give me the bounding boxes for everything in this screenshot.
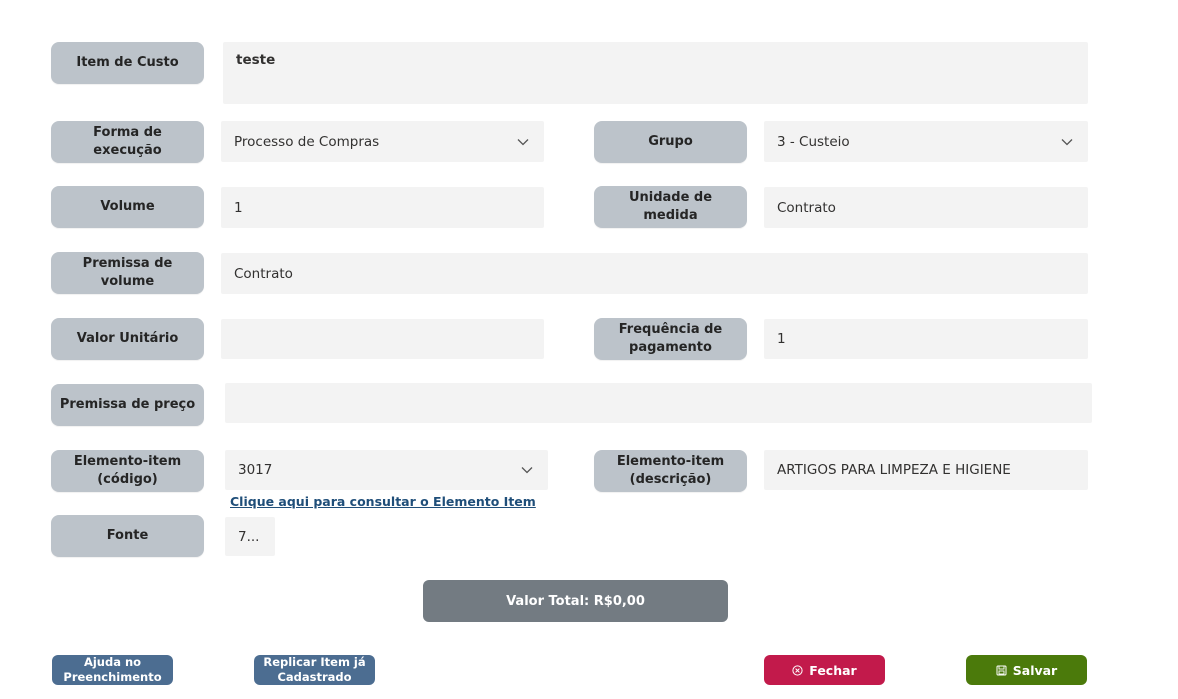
elemento-item-descricao-label: Elemento-item (descrição) [594,450,747,492]
salvar-label: Salvar [1012,662,1058,678]
ajuda-preenchimento-button[interactable]: Ajuda no Preenchimento [52,655,173,685]
item-custo-label: Item de Custo [51,42,204,84]
volume-value: 1 [234,199,243,216]
fechar-button[interactable]: Fechar [764,655,885,685]
item-custo-label-text: Item de Custo [76,55,179,70]
elemento-item-codigo-value: 3017 [238,462,273,478]
fonte-input[interactable]: 7... [225,517,275,556]
valor-total-display: Valor Total: R$0,00 [423,580,728,622]
frequencia-pagamento-input[interactable]: 1 [764,319,1088,359]
forma-execucao-dropdown[interactable]: Processo de Compras [221,121,544,162]
frequencia-pagamento-value: 1 [777,331,786,347]
forma-execucao-value: Processo de Compras [234,133,380,150]
frequencia-pagamento-label-text: Frequência de pagamento [618,322,723,355]
replicar-item-label: Replicar Item já Cadastrado [263,655,366,684]
volume-label-text: Volume [100,199,155,214]
elemento-item-descricao-value: ARTIGOS PARA LIMPEZA E HIGIENE [777,462,1011,478]
grupo-label-text: Grupo [648,134,693,149]
unidade-medida-value: Contrato [777,199,836,216]
frequencia-pagamento-label: Frequência de pagamento [594,318,747,360]
valor-unitario-label-text: Valor Unitário [76,331,179,346]
premissa-preco-label-text: Premissa de preço [59,397,196,412]
elemento-item-descricao-label-text: Elemento-item (descrição) [616,454,725,487]
premissa-preco-label: Premissa de preço [51,384,204,426]
salvar-button[interactable]: Salvar [966,655,1087,685]
chevron-down-icon [517,138,529,145]
fonte-label-text: Fonte [106,528,149,543]
close-circle-icon [792,664,803,676]
elemento-item-codigo-label-text: Elemento-item (código) [73,454,182,487]
valor-unitario-label: Valor Unitário [51,318,204,360]
chevron-down-icon [521,467,533,474]
grupo-dropdown[interactable]: 3 - Custeio [764,121,1088,162]
unidade-medida-label-text: Unidade de medida [628,190,713,223]
ajuda-preenchimento-label: Ajuda no Preenchimento [63,655,162,684]
volume-label: Volume [51,186,204,228]
valor-unitario-input[interactable] [221,319,544,359]
unidade-medida-label: Unidade de medida [594,186,747,228]
item-custo-input[interactable]: teste [223,42,1088,104]
unidade-medida-input[interactable]: Contrato [764,187,1088,228]
consultar-elemento-item-link[interactable]: Clique aqui para consultar o Elemento It… [230,494,536,509]
replicar-item-button[interactable]: Replicar Item já Cadastrado [254,655,375,685]
item-custo-value: teste [236,52,276,68]
premissa-preco-input[interactable] [225,383,1092,423]
grupo-label: Grupo [594,121,747,163]
fechar-label: Fechar [809,662,857,678]
premissa-volume-label-text: Premissa de volume [82,256,173,289]
premissa-volume-label: Premissa de volume [51,252,204,294]
fonte-value: 7... [238,528,260,545]
forma-execucao-label-text: Forma de execução [93,125,162,158]
forma-execucao-label: Forma de execução [51,121,204,163]
premissa-volume-input[interactable]: Contrato [221,253,1088,294]
save-icon [996,665,1007,675]
premissa-volume-value: Contrato [234,265,293,282]
elemento-item-descricao-input[interactable]: ARTIGOS PARA LIMPEZA E HIGIENE [764,450,1088,490]
chevron-down-icon [1061,138,1073,145]
volume-input[interactable]: 1 [221,187,544,228]
fonte-label: Fonte [51,515,204,557]
elemento-item-codigo-dropdown[interactable]: 3017 [225,450,548,490]
valor-total-text: Valor Total: R$0,00 [506,593,645,609]
elemento-item-codigo-label: Elemento-item (código) [51,450,204,492]
grupo-value: 3 - Custeio [777,133,850,150]
